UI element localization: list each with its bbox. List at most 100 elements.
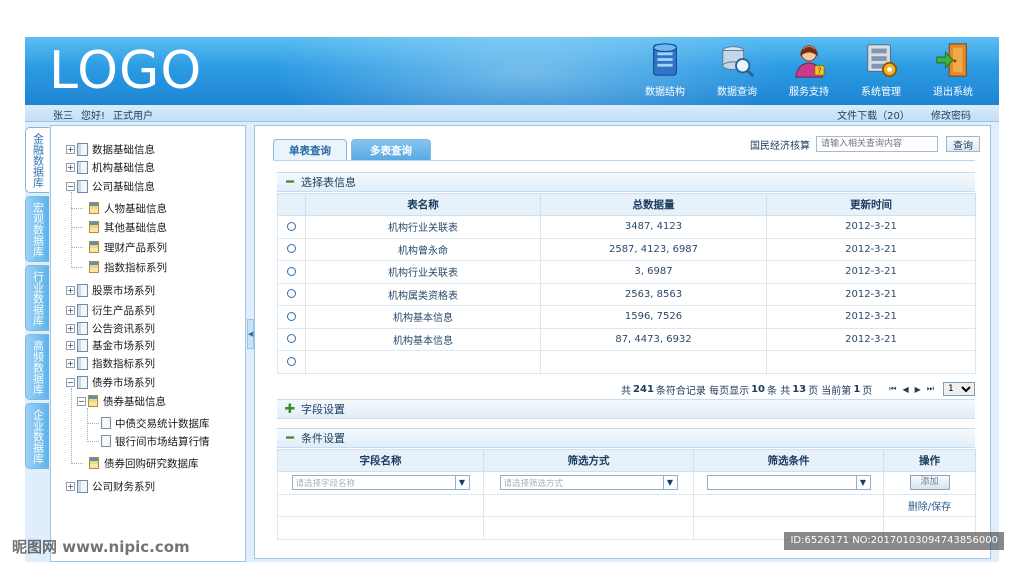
tree-node[interactable]: 理财产品系列 [89,238,167,256]
tree-node[interactable]: 中债交易统计数据库 [101,414,210,432]
side-tab-high-frequency[interactable]: 高频数据库 [25,334,49,400]
expand-icon[interactable]: + [66,285,75,295]
field-name-select[interactable]: 请选择字段名称 ▼ [291,475,470,491]
radio-icon[interactable] [287,266,296,276]
row-radio[interactable] [277,215,306,239]
expand-icon[interactable]: + [66,162,75,172]
dropdown-arrow-icon[interactable]: ▼ [454,476,469,490]
tree-node[interactable]: 银行间市场结算行情 [101,432,210,450]
filter-condition-select[interactable]: ▼ [706,475,871,491]
tree-node-label: 公司基础信息 [92,180,155,193]
tree-node[interactable]: 人物基础信息 [89,199,167,217]
side-tab-industry[interactable]: 行业数据库 [25,265,49,331]
filter-method-select[interactable]: 请选择筛选方式 ▼ [499,475,678,491]
nav-data-structure[interactable]: 数据结构 [629,41,701,101]
tab-multi-table[interactable]: 多表查询 [351,139,431,160]
tree-node[interactable]: + 基金市场系列 [66,336,155,354]
tree-node[interactable]: + 数据基础信息 [66,140,155,158]
radio-icon[interactable] [287,289,296,299]
table-row[interactable]: 机构曾永命 2587, 4123, 6987 2012-3-21 [277,237,976,261]
section-title: 条件设置 [301,432,345,445]
radio-icon[interactable] [287,334,296,344]
tree-node[interactable]: + 公告资讯系列 [66,319,155,337]
expand-icon[interactable]: + [66,481,75,491]
radio-icon[interactable] [287,356,296,366]
table-row[interactable]: 机构基本信息 87, 4473, 6932 2012-3-21 [277,327,976,351]
dropdown-arrow-icon[interactable]: ▼ [662,476,677,490]
nav-data-query[interactable]: 数据查询 [701,41,773,101]
row-radio[interactable] [277,282,306,306]
table-row[interactable]: 机构基本信息 1596, 7526 2012-3-21 [277,305,976,329]
table-row[interactable] [277,350,976,374]
top-nav: 数据结构 数据查询 ? 服务支持 系统管理 退出系统 [629,41,989,101]
collapse-sidebar-button[interactable]: ◀ [247,319,254,349]
table-row[interactable]: 机构属类资格表 2563, 8563 2012-3-21 [277,282,976,306]
side-tab-finance[interactable]: 金融数据库 [25,127,49,193]
tree-node[interactable]: + 指数指标系列 [66,354,155,372]
table-header-row: 表名称 总数据量 更新时间 [277,193,976,216]
add-button[interactable]: 添加 [909,475,950,491]
collapse-icon[interactable]: − [66,377,75,387]
tree-node-label: 银行间市场结算行情 [115,435,210,448]
tab-single-table[interactable]: 单表查询 [273,139,347,160]
folder-icon [77,338,88,352]
expand-icon[interactable]: + [66,340,75,350]
section-header-conditions[interactable]: ━ 条件设置 [277,428,975,448]
file-download-link[interactable]: 文件下载（20） [837,111,910,122]
tree-node[interactable]: + 机构基础信息 [66,158,155,176]
user-links: 文件下载（20） 修改密码 [819,107,971,122]
expand-icon[interactable]: + [66,144,75,154]
section-header-table[interactable]: ━ 选择表信息 [277,172,975,192]
radio-icon[interactable] [287,311,296,321]
row-radio[interactable] [277,350,306,374]
row-radio[interactable] [277,305,306,329]
user-role: 正式用户 [113,111,154,122]
tree-node[interactable]: 指数指标系列 [89,258,167,276]
nav-system-management[interactable]: 系统管理 [845,41,917,101]
dropdown-arrow-icon[interactable]: ▼ [855,476,870,490]
greeting: 您好! [81,111,106,122]
tree-node[interactable]: 债券回购研究数据库 [89,454,199,472]
tree-connector [71,463,83,464]
count-cell: 2563, 8563 [540,282,767,306]
tree-node[interactable]: − 公司基础信息 [66,177,155,195]
first-page-icon[interactable]: ⏮ [889,384,896,394]
radio-icon[interactable] [287,244,296,254]
side-tab-macro[interactable]: 宏观数据库 [25,196,49,262]
user-info: 张三 您好! 正式用户 [53,107,161,122]
table-row[interactable]: 机构行业关联表 3, 6987 2012-3-21 [277,260,976,284]
row-radio[interactable] [277,237,306,261]
collapse-icon[interactable]: − [66,181,75,191]
expand-icon[interactable]: + [66,358,75,368]
nav-exit-system[interactable]: 退出系统 [917,41,989,101]
tree-node[interactable]: + 衍生产品系列 [66,301,155,319]
tree-node[interactable]: 其他基础信息 [89,218,167,236]
section-header-fields[interactable]: ✚ 字段设置 [277,399,975,419]
radio-icon[interactable] [287,221,296,231]
next-page-icon[interactable]: ▶ [915,385,921,394]
table-row[interactable]: 机构行业关联表 3487, 4123 2012-3-21 [277,215,976,239]
tree-node[interactable]: − 债券市场系列 [66,373,155,391]
column-header: 更新时间 [766,193,976,216]
tree-node[interactable]: + 公司财务系列 [66,477,155,495]
last-page-icon[interactable]: ⏭ [927,384,934,394]
table-name-cell: 机构行业关联表 [305,215,541,239]
table-icon [89,261,99,273]
expand-icon[interactable]: + [66,323,75,333]
column-header: 操作 [883,449,976,472]
delete-save-link[interactable]: 删除/保存 [908,502,951,513]
tree-connector [71,388,72,464]
tree-node[interactable]: − 债券基础信息 [77,392,166,410]
tree-node[interactable]: + 股票市场系列 [66,281,155,299]
search-button[interactable]: 查询 [946,136,980,152]
search-input[interactable] [816,136,938,152]
row-radio[interactable] [277,327,306,351]
row-radio[interactable] [277,260,306,284]
change-password-link[interactable]: 修改密码 [931,111,971,122]
nav-service-support[interactable]: ? 服务支持 [773,41,845,101]
page-select[interactable]: 1 [943,382,975,396]
prev-page-icon[interactable]: ◀ [902,385,908,394]
side-tab-enterprise[interactable]: 企业数据库 [25,403,49,469]
collapse-icon[interactable]: − [77,396,86,406]
expand-icon[interactable]: + [66,305,75,315]
